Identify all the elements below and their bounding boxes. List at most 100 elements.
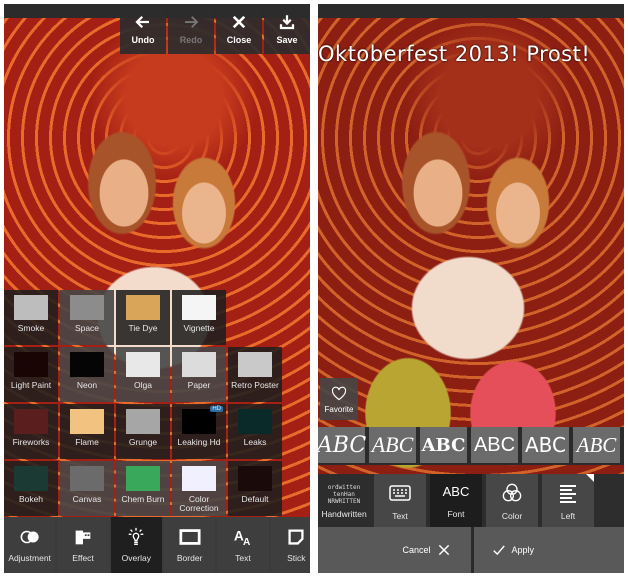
font-option[interactable]: ABC (573, 427, 620, 463)
preview-line: ordwitten (327, 484, 361, 491)
overlay-option[interactable]: Grunge (116, 404, 170, 459)
text-tool-color[interactable]: Color (486, 474, 538, 529)
overlay-option[interactable]: Smoke (4, 290, 58, 345)
close-label: Close (226, 35, 252, 45)
text-tool-align-left[interactable]: Left (542, 474, 594, 529)
overlay-label: Default (241, 494, 269, 504)
overlay-thumbnail (126, 466, 160, 491)
overlay-option[interactable]: Vignette (172, 290, 226, 345)
overlay-label: Leaks (243, 437, 267, 447)
tool-overlay[interactable]: Overlay (110, 517, 162, 573)
font-option[interactable]: ABC (471, 427, 518, 463)
apply-button[interactable]: Apply (473, 527, 624, 573)
tool-adjustment[interactable]: Adjustment (4, 517, 56, 573)
overlay-thumbnail (182, 466, 216, 491)
preview-line: tenHan (333, 491, 355, 498)
undo-button[interactable]: Undo (120, 4, 166, 54)
tool-label: Left (560, 510, 576, 521)
tool-sticker[interactable]: Stick (270, 517, 310, 573)
overlay-option[interactable]: Leaks (228, 404, 282, 459)
right-screen: Oktoberfest 2013! Prost! Favorite ABC AB… (318, 4, 624, 573)
left-screen: Undo Redo Close Save Smoke Space Tie Dye Vi… (4, 4, 310, 573)
tool-label: Overlay (121, 553, 151, 563)
overlay-option[interactable]: Space (60, 290, 114, 345)
redo-button[interactable]: Redo (168, 4, 214, 54)
undo-label: Undo (131, 35, 155, 45)
text-tool-font[interactable]: ABC Font (430, 474, 482, 529)
font-option[interactable]: ABC (420, 427, 467, 463)
overlay-option[interactable]: Chem Burn (116, 461, 170, 516)
svg-text:A: A (243, 537, 251, 547)
save-button[interactable]: Save (264, 4, 310, 54)
close-icon (438, 544, 449, 556)
text-tool-handwritten[interactable]: ordwitten tenHan NRWRITTEN Handwritten (318, 474, 370, 529)
overlay-option[interactable]: Flame (60, 404, 114, 459)
overlay-text[interactable]: Oktoberfest 2013! Prost! (318, 42, 624, 66)
overlay-label: Neon (76, 380, 98, 390)
text-aa-icon: AA (234, 529, 251, 547)
overlay-label: Vignette (183, 323, 215, 333)
close-button[interactable]: Close (216, 4, 262, 54)
sticker-icon (288, 529, 304, 545)
cancel-button[interactable]: Cancel (318, 527, 471, 573)
overlay-thumbnail (70, 409, 104, 434)
overlay-thumbnail (182, 352, 216, 377)
overlay-option[interactable]: Default (228, 461, 282, 516)
overlay-label: Smoke (17, 323, 45, 333)
keyboard-icon (389, 484, 411, 501)
overlay-label: Paper (187, 380, 211, 390)
overlay-option[interactable]: Retro Poster (228, 347, 282, 402)
overlay-option[interactable]: Paper (172, 347, 226, 402)
overlay-label: Bokeh (18, 494, 44, 504)
handwritten-preview: ordwitten tenHan NRWRITTEN (328, 484, 361, 505)
favorite-label: Favorite (324, 404, 354, 414)
tool-border[interactable]: Border (163, 517, 216, 573)
overlay-option[interactable]: Bokeh (4, 461, 58, 516)
overlay-option[interactable]: Color Correction (172, 461, 226, 516)
overlay-option[interactable]: Fireworks (4, 404, 58, 459)
font-option[interactable]: ABC (318, 427, 366, 463)
text-tool-text[interactable]: Text (374, 474, 426, 529)
favorite-button[interactable]: Favorite (320, 378, 358, 420)
overlay-label: Leaking Hd (177, 437, 221, 447)
overlay-thumbnail (14, 295, 48, 320)
overlay-label: Flame (75, 437, 99, 447)
overlay-label: Space (74, 323, 100, 333)
tool-effect[interactable]: Effect (57, 517, 109, 573)
overlay-thumbnail (70, 295, 104, 320)
overlay-option[interactable]: Olga (116, 347, 170, 402)
overlay-option[interactable]: Neon (60, 347, 114, 402)
tool-label: Border (176, 553, 203, 563)
overlay-thumbnail (238, 409, 272, 434)
font-option[interactable]: ABC (369, 427, 416, 463)
overlay-label: Canvas (72, 494, 102, 504)
overlay-thumbnail (14, 409, 48, 434)
font-glyph: ABC (442, 484, 470, 499)
overlay-option[interactable]: Tie Dye (116, 290, 170, 345)
overlay-option[interactable]: Light Paint (4, 347, 58, 402)
overlay-thumbnail (126, 295, 160, 320)
font-option[interactable]: ABC (522, 427, 569, 463)
overlay-option[interactable]: Canvas (60, 461, 114, 516)
preview-line: NRWRITTEN (327, 498, 361, 505)
overlay-thumbnail (14, 352, 48, 377)
status-bar (318, 4, 624, 18)
tool-text[interactable]: AA Text (217, 517, 269, 573)
border-frame-icon (179, 529, 201, 545)
tool-label: Color (501, 510, 523, 521)
arrow-left-icon (135, 15, 149, 29)
overlay-label: Light Paint (10, 380, 52, 390)
overlay-thumbnail (70, 466, 104, 491)
overlay-thumbnail (238, 352, 272, 377)
tool-label: Text (235, 553, 251, 563)
align-left-icon (560, 484, 576, 503)
tool-label: Handwritten (321, 509, 367, 519)
download-icon (279, 15, 295, 30)
heart-icon (331, 386, 347, 400)
overlay-thumbnail (182, 295, 216, 320)
overlay-option[interactable]: Leaking Hd HD (172, 404, 226, 459)
color-circles-icon (502, 483, 522, 501)
corner-indicator (586, 474, 594, 482)
redo-label: Redo (179, 35, 203, 45)
save-label: Save (276, 35, 298, 45)
